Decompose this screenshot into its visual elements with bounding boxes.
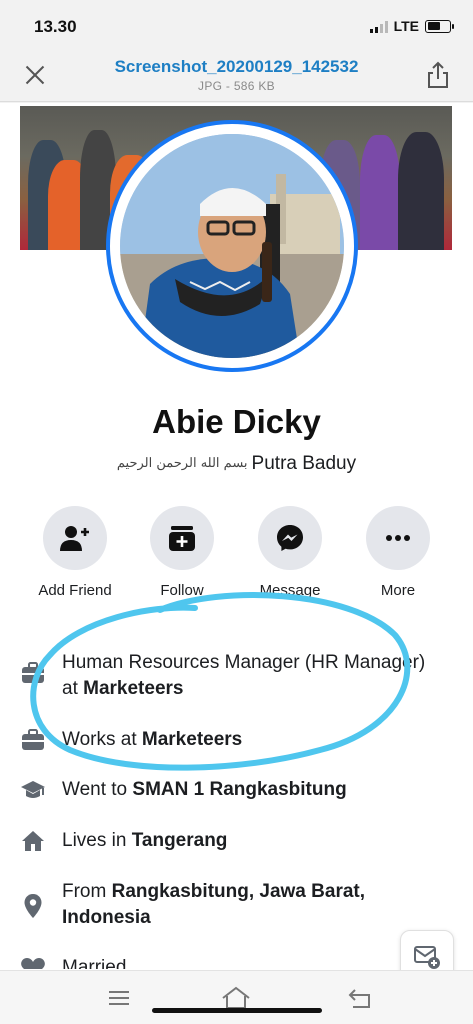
share-icon[interactable] [425, 60, 451, 90]
back-icon[interactable] [345, 985, 375, 1011]
system-nav-bar [0, 970, 473, 1024]
menu-icon[interactable] [104, 985, 134, 1011]
file-header: Screenshot_20200129_142532 JPG - 586 KB [0, 50, 473, 102]
add-friend-icon [43, 506, 107, 570]
intro-work-title-company: Marketeers [83, 678, 184, 699]
profile-picture[interactable] [106, 120, 358, 372]
profile-subtitle: بسم الله الرحمن الرحيم Putra Baduy [0, 453, 473, 475]
intro-from-prefix: From [62, 881, 112, 902]
message-button[interactable]: Message [235, 506, 345, 599]
compose-message-icon [414, 946, 440, 969]
add-friend-button[interactable]: Add Friend [20, 506, 130, 599]
graduation-cap-icon [20, 777, 46, 803]
avatar [120, 134, 344, 358]
follow-label: Follow [160, 582, 204, 599]
more-label: More [380, 582, 416, 599]
profile-card: Abie Dicky بسم الله الرحمن الرحيم Putra B… [0, 103, 473, 1024]
network-label: LTE [393, 18, 419, 34]
follow-icon [150, 506, 214, 570]
status-time: 13.30 [34, 17, 77, 36]
add-friend-label: Add Friend [38, 582, 112, 599]
intro-lives-in-city: Tangerang [131, 830, 228, 851]
signal-icon [369, 20, 388, 33]
status-bar: 13.30 LTE [0, 0, 473, 50]
file-meta: JPG - 586 KB [198, 79, 275, 93]
heart-icon [20, 955, 46, 969]
message-label: Message [259, 582, 321, 599]
intro-education-prefix: Went to [62, 779, 133, 800]
messenger-icon [258, 506, 322, 570]
more-button[interactable]: More [343, 506, 453, 599]
briefcase-icon [20, 727, 46, 753]
calligraphy-ornament: بسم الله الرحمن الرحيم [116, 456, 248, 471]
home-icon [20, 828, 46, 854]
intro-works-at-company: Marketeers [141, 729, 243, 750]
intro-works-at-prefix: Works at [62, 729, 142, 750]
intro-lives-in-prefix: Lives in [62, 830, 132, 851]
profile-name: Abie Dicky [152, 403, 321, 440]
home-indicator[interactable] [152, 1008, 322, 1013]
file-name: Screenshot_20200129_142532 [114, 57, 359, 76]
battery-icon [425, 19, 454, 33]
location-pin-icon [20, 893, 46, 919]
status-right: LTE [369, 18, 454, 34]
intro-relationship-status: Married [62, 957, 127, 969]
profile-actions: Add Friend Follow Message More [0, 506, 473, 606]
follow-button[interactable]: Follow [127, 506, 237, 599]
intro-education-school: SMAN 1 Rangkasbitung [132, 779, 347, 800]
profile-subtitle-text: Putra Baduy [251, 453, 357, 474]
briefcase-icon [20, 660, 46, 686]
more-icon [366, 506, 430, 570]
